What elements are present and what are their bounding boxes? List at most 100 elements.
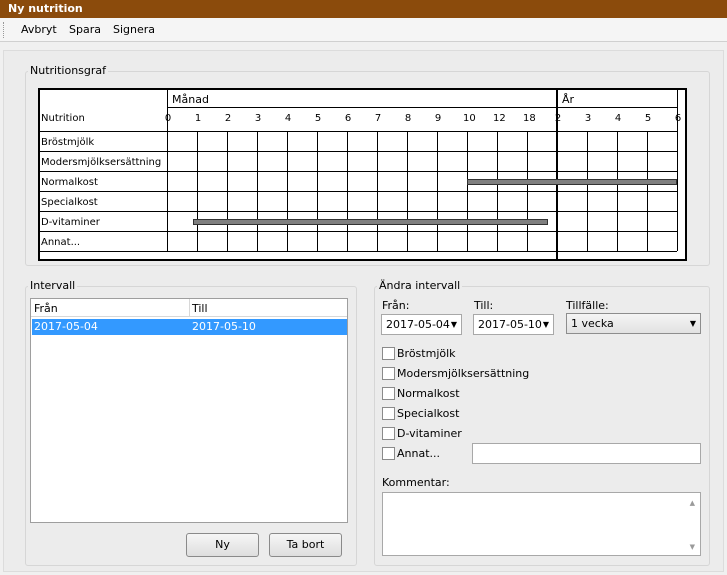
graph-tick-label: 6 [344,113,352,124]
graph-row-divider [40,171,677,172]
graph-tick-label: 3 [584,113,592,124]
graph-tick-label: 2 [554,113,562,124]
from-date-value: 2017-05-04 [386,318,450,331]
graph-tick-label: 1 [194,113,202,124]
graph-column-line [197,132,198,251]
new-interval-button[interactable]: Ny [186,533,259,557]
occasion-label: Tillfälle: [566,299,609,312]
graph-column-line [257,132,258,251]
comment-label: Kommentar: [382,476,450,489]
chevron-down-icon: ▼ [542,320,549,329]
graph-row-divider [40,131,677,132]
graph-column-line [347,132,348,251]
graph-tick-label: 6 [674,113,682,124]
remove-interval-button[interactable]: Ta bort [269,533,342,557]
graph-column-line [227,132,228,251]
interval-list-header: Från Till [31,299,347,317]
comment-textarea[interactable]: ▲ ▼ [382,492,701,556]
nutrition-graph-legend: Nutritionsgraf [28,64,109,77]
normalkost-interval-bar [467,179,677,185]
graph-column-line [527,132,528,251]
graph-column-line [407,132,408,251]
to-date-value: 2017-05-10 [478,318,542,331]
graph-header-line [167,107,677,108]
graph-column-line [377,132,378,251]
graph-column-line [317,132,318,251]
graph-column-line [467,132,468,251]
interval-legend: Intervall [28,279,78,292]
graph-column-line [647,132,648,251]
graph-tick-label: 3 [254,113,262,124]
cancel-menu-item[interactable]: Avbryt [21,23,57,36]
interval-row-from: 2017-05-04 [34,320,98,333]
checkbox-0[interactable] [382,347,395,360]
checkbox-label: Bröstmjölk [397,347,456,360]
graph-row-label: Bröstmjölk [41,137,95,148]
graph-row-label: Specialkost [41,197,98,208]
graph-tick-label: 10 [463,113,476,124]
window-title: Ny nutrition [0,0,727,18]
graph-tick-label: 2 [224,113,232,124]
scroll-up-icon[interactable]: ▲ [690,499,695,507]
checkbox-2[interactable] [382,387,395,400]
graph-column-line [497,132,498,251]
graph-row-divider [40,211,677,212]
graph-column-line [587,132,588,251]
graph-tick-label: 0 [164,113,172,124]
column-header-to[interactable]: Till [192,302,208,315]
toolbar-grip [3,22,5,38]
graph-row-divider [40,191,677,192]
other-text-input[interactable] [472,443,701,464]
change-interval-legend: Ändra intervall [377,279,463,292]
scroll-down-icon[interactable]: ▼ [690,543,695,551]
graph-tick-label: 8 [404,113,412,124]
to-label: Till: [474,299,494,312]
interval-list-row[interactable]: 2017-05-04 2017-05-10 [32,319,347,335]
nutrition-row-header: Nutrition [41,113,85,124]
graph-tick-label: 7 [374,113,382,124]
occasion-value: 1 vecka [571,317,614,330]
sign-menu-item[interactable]: Signera [113,23,155,36]
column-header-from[interactable]: Från [34,302,58,315]
graph-tick-label: 18 [523,113,536,124]
graph-column-line [437,132,438,251]
graph-tick-label: 12 [493,113,506,124]
graph-tick-label: 4 [284,113,292,124]
checkbox-5[interactable] [382,447,395,460]
graph-row-label: Normalkost [41,177,98,188]
d-vitaminer-interval-bar [193,219,548,225]
month-header: Månad [172,93,209,106]
graph-tick-label: 4 [614,113,622,124]
graph-tick-label: 9 [434,113,442,124]
interval-row-to: 2017-05-10 [192,320,256,333]
checkbox-4[interactable] [382,427,395,440]
graph-tick-label: 5 [644,113,652,124]
chevron-down-icon: ▼ [689,319,696,328]
from-label: Från: [382,299,410,312]
checkbox-1[interactable] [382,367,395,380]
graph-row-divider [40,231,677,232]
checkbox-label: Normalkost [397,387,460,400]
graph-row-divider [40,251,677,252]
graph-row-divider [40,151,677,152]
graph-row-label: Modersmjölksersättning [41,157,162,168]
checkbox-label: D-vitaminer [397,427,462,440]
graph-column-line [617,132,618,251]
graph-row-label: D-vitaminer [41,217,100,228]
menu-bar: Avbryt Spara Signera [0,18,727,42]
graph-tick-label: 5 [314,113,322,124]
interval-list[interactable]: Från Till 2017-05-04 2017-05-10 [30,298,348,523]
checkbox-label: Specialkost [397,407,460,420]
graph-row-label: Annat... [41,237,81,248]
checkbox-label: Modersmjölksersättning [397,367,530,380]
occasion-select[interactable]: 1 vecka ▼ [566,313,701,334]
column-separator [189,299,190,317]
chevron-down-icon: ▼ [450,320,457,329]
year-header: År [562,93,575,106]
checkbox-3[interactable] [382,407,395,420]
to-date-picker[interactable]: 2017-05-10 ▼ [473,314,554,335]
from-date-picker[interactable]: 2017-05-04 ▼ [381,314,462,335]
checkbox-label: Annat... [397,447,441,460]
graph-column-line [287,132,288,251]
save-menu-item[interactable]: Spara [69,23,101,36]
